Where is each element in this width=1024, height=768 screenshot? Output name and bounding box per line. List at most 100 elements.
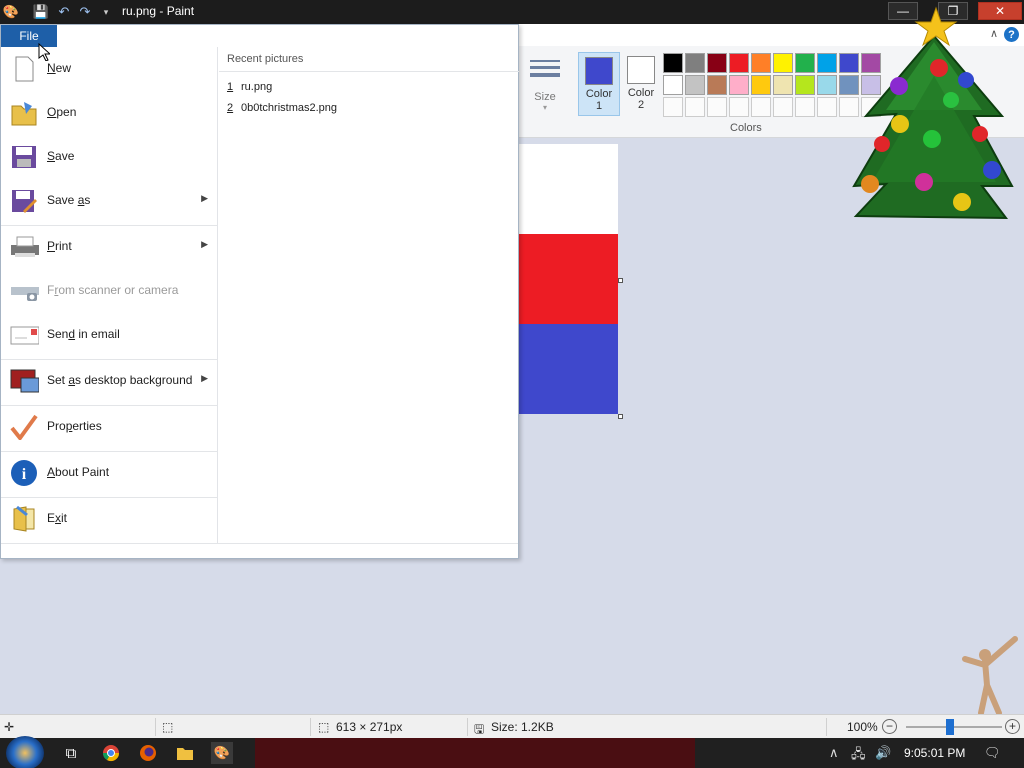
window-title: ru.png - Paint — [122, 4, 195, 18]
task-view-icon[interactable]: ⧉ — [60, 742, 82, 764]
menu-item-new[interactable]: New — [1, 47, 218, 91]
recent-pictures-panel: Recent pictures 1 ru.png 2 0b0tchristmas2.… — [219, 47, 519, 543]
resize-handle-right[interactable] — [618, 278, 623, 283]
info-icon: i — [9, 459, 39, 487]
taskbar-clock[interactable]: 9:05:01 PM — [904, 746, 965, 760]
recent-item[interactable]: 1 ru.png — [227, 81, 272, 93]
recent-pictures-header: Recent pictures — [227, 53, 304, 65]
move-cursor-icon: ✛ — [4, 720, 15, 734]
menu-item-open[interactable]: Open — [1, 91, 218, 135]
exit-icon — [9, 505, 39, 533]
palette-color-1-6[interactable] — [795, 75, 815, 95]
save-icon[interactable]: 💾 — [32, 3, 50, 21]
zoom-slider-track[interactable] — [906, 726, 1002, 728]
canvas-stripe-0 — [518, 144, 618, 234]
color2-label: Color 2 — [627, 87, 655, 111]
paint-taskbar-icon[interactable]: 🎨 — [211, 742, 233, 764]
open-folder-icon — [9, 99, 39, 127]
menu-item-send-email[interactable]: Send in email — [1, 313, 218, 357]
network-icon[interactable]: 🖧 — [851, 745, 866, 767]
palette-custom-slot[interactable] — [707, 97, 727, 117]
color1-label: Color 1 — [585, 88, 613, 112]
palette-color-0-3[interactable] — [729, 53, 749, 73]
menu-item-properties[interactable]: Properties — [1, 405, 218, 449]
tray-overflow-icon[interactable]: ∧ — [829, 745, 839, 761]
menu-item-print[interactable]: Print ▶ — [1, 225, 218, 269]
palette-custom-slot[interactable] — [729, 97, 749, 117]
start-button[interactable] — [6, 736, 44, 768]
palette-custom-slot[interactable] — [795, 97, 815, 117]
recent-separator — [219, 71, 519, 72]
redo-icon[interactable]: ↷ — [76, 3, 94, 21]
submenu-arrow-icon: ▶ — [201, 239, 208, 249]
menu-item-label: Save — [47, 149, 75, 163]
palette-color-0-2[interactable] — [707, 53, 727, 73]
menu-item-about[interactable]: i About Paint — [1, 451, 218, 495]
image-canvas[interactable] — [518, 144, 618, 414]
palette-color-1-0[interactable] — [663, 75, 683, 95]
palette-color-0-5[interactable] — [773, 53, 793, 73]
submenu-arrow-icon: ▶ — [201, 373, 208, 383]
colors-group-label: Colors — [730, 122, 762, 134]
scanner-icon — [9, 277, 39, 305]
menu-item-from-scanner: From scanner or camera — [1, 269, 218, 313]
dancer-figure-decoration — [962, 636, 1018, 715]
palette-custom-slot[interactable] — [817, 97, 837, 117]
color1-button[interactable]: Color 1 — [578, 52, 620, 116]
menu-item-label: Open — [47, 105, 77, 119]
menu-item-desktop-background[interactable]: Set as desktop background ▶ — [1, 359, 218, 403]
palette-color-1-7[interactable] — [817, 75, 837, 95]
file-menu: File New Open Save Save as ▶ Print ▶ Fro… — [0, 24, 519, 559]
palette-custom-slot[interactable] — [663, 97, 683, 117]
palette-custom-slot[interactable] — [773, 97, 793, 117]
notifications-icon[interactable]: 🗨 — [984, 745, 1001, 761]
size-label: Size — [534, 91, 556, 103]
palette-custom-slot[interactable] — [685, 97, 705, 117]
recent-item-number: 1 — [227, 81, 234, 93]
zoom-slider-thumb[interactable] — [946, 719, 954, 735]
status-separator — [826, 718, 827, 736]
menu-item-label: Send in email — [47, 327, 120, 341]
status-separator — [310, 718, 311, 736]
recent-item[interactable]: 2 0b0tchristmas2.png — [227, 102, 337, 114]
palette-color-1-4[interactable] — [751, 75, 771, 95]
file-menu-commands: New Open Save Save as ▶ Print ▶ From sca… — [1, 47, 218, 543]
file-explorer-icon[interactable] — [174, 742, 196, 764]
menu-item-save[interactable]: Save — [1, 135, 218, 179]
undo-icon[interactable]: ↶ — [55, 3, 73, 21]
color2-button[interactable]: Color 2 — [620, 52, 662, 116]
canvas-stripe-1 — [518, 234, 618, 324]
menu-item-label: Exit — [47, 511, 68, 525]
chrome-icon[interactable] — [100, 742, 122, 764]
palette-color-1-2[interactable] — [707, 75, 727, 95]
size-button[interactable]: Size ▾ — [528, 56, 562, 112]
palette-color-0-1[interactable] — [685, 53, 705, 73]
svg-text:i: i — [22, 466, 27, 483]
palette-color-0-0[interactable] — [663, 53, 683, 73]
status-separator — [467, 718, 468, 736]
palette-color-1-1[interactable] — [685, 75, 705, 95]
paint-app-icon[interactable]: 🎨 — [2, 3, 20, 21]
taskbar: ⧉ 🎨 ∧ 🖧 🔊 9:05:01 PM 🗨 — [0, 736, 1024, 768]
menu-item-save-as[interactable]: Save as ▶ — [1, 179, 218, 223]
palette-color-1-3[interactable] — [729, 75, 749, 95]
palette-color-0-6[interactable] — [795, 53, 815, 73]
menu-item-label: New — [47, 61, 72, 75]
zoom-in-button[interactable]: + — [1005, 719, 1020, 734]
firefox-icon[interactable] — [137, 742, 159, 764]
menu-item-label: Print — [47, 239, 72, 253]
zoom-out-button[interactable]: − — [882, 719, 897, 734]
palette-custom-slot[interactable] — [751, 97, 771, 117]
palette-color-0-7[interactable] — [817, 53, 837, 73]
save-as-icon — [9, 187, 39, 215]
palette-color-0-4[interactable] — [751, 53, 771, 73]
printer-icon — [9, 233, 39, 261]
christmas-tree-decoration — [852, 6, 1014, 220]
recent-item-number: 2 — [227, 102, 234, 114]
resize-handle-corner[interactable] — [618, 414, 623, 419]
customize-quick-access-icon[interactable]: ▾ — [97, 3, 115, 21]
menu-item-exit[interactable]: Exit — [1, 497, 218, 541]
palette-color-1-5[interactable] — [773, 75, 793, 95]
menu-item-label: About Paint — [47, 465, 110, 479]
volume-icon[interactable]: 🔊 — [875, 745, 891, 761]
